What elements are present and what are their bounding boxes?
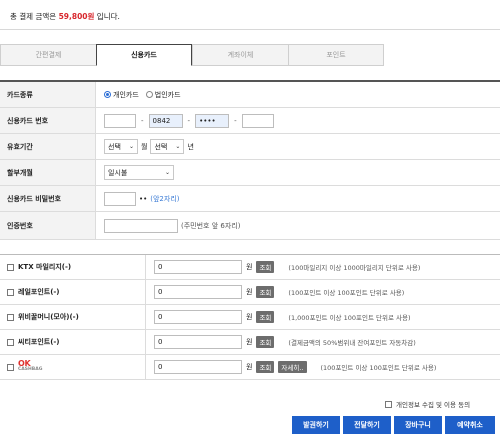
- lookup-button[interactable]: 조회: [256, 361, 275, 373]
- tab-points[interactable]: 포인트: [288, 44, 384, 66]
- expiry-year-value: 선택: [154, 142, 168, 151]
- unit-label: 원: [246, 338, 253, 346]
- auth-input[interactable]: [104, 218, 178, 233]
- point-row-ktx: KTX 마일리지(-) 0 원 조회 (100마일리지 이상 1000마일리지 …: [0, 255, 500, 280]
- point-amount-input[interactable]: 0: [154, 360, 242, 374]
- chevron-down-icon: ⌄: [164, 169, 170, 176]
- checkbox[interactable]: [7, 363, 14, 371]
- checkbox[interactable]: [7, 313, 14, 321]
- consent-checkbox-row[interactable]: 개인정보 수집 및 이용 동의: [385, 399, 470, 409]
- issue-ticket-button[interactable]: 발권하기: [292, 416, 340, 434]
- point-label: 위비꿀머니(모아)(-): [18, 313, 79, 321]
- installment-select[interactable]: 일시불 ⌄: [104, 165, 174, 180]
- cancel-reservation-button[interactable]: 예약취소: [445, 416, 495, 434]
- point-row-rail: 레일포인트(-) 0 원 조회 (100포인트 이상 100포인트 단위로 사용…: [0, 280, 500, 305]
- card-number-row: 신용카드 번호 - 0842 - •••• -: [0, 108, 500, 134]
- chevron-down-icon: ⌄: [175, 143, 181, 150]
- point-label: 레일포인트(-): [18, 288, 60, 296]
- lookup-button[interactable]: 조회: [256, 261, 275, 273]
- point-amount-input[interactable]: 0: [154, 335, 242, 349]
- point-amount-input[interactable]: 0: [154, 260, 242, 274]
- expiry-month-value: 선택: [108, 142, 121, 151]
- password-hint: (앞2자리): [150, 194, 180, 203]
- point-amount-input[interactable]: 0: [154, 310, 242, 324]
- send-button[interactable]: 전달하기: [343, 416, 391, 434]
- unit-label: 원: [246, 313, 253, 321]
- detail-button[interactable]: 자세히..: [278, 361, 307, 373]
- ok-cashbag-logo: OK CASHBAG: [18, 359, 43, 373]
- point-note: (1,000포인트 이상 100포인트 단위로 사용): [288, 314, 411, 322]
- password-label: 신용카드 비밀번호: [0, 186, 96, 211]
- expiry-row: 유효기간 선택 ⌄ 월 선택 ⌄ 년: [0, 134, 500, 160]
- total-amount: 59,800원: [58, 12, 95, 21]
- separator: -: [141, 116, 144, 125]
- installment-value: 일시불: [108, 168, 128, 177]
- chevron-down-icon: ⌄: [128, 143, 134, 150]
- tab-bank-transfer[interactable]: 계좌이체: [192, 44, 288, 66]
- card-number-part3[interactable]: ••••: [195, 113, 230, 128]
- auth-row: 인증번호 (주민번호 앞 6자리): [0, 212, 500, 240]
- radio-corporate-card[interactable]: 법인카드: [145, 90, 181, 100]
- total-amount-banner: 총 결제 금액은 59,800원 입니다.: [0, 0, 500, 30]
- point-note: (100포인트 이상 100포인트 단위로 사용): [288, 289, 405, 297]
- expiry-month-select[interactable]: 선택 ⌄: [104, 139, 138, 154]
- card-number-part4[interactable]: [241, 113, 274, 128]
- year-unit: 년: [187, 142, 194, 151]
- password-input[interactable]: [104, 191, 136, 206]
- consent-label: 개인정보 수집 및 이용 동의: [396, 401, 471, 409]
- unit-label: 원: [246, 363, 253, 371]
- card-number-label: 신용카드 번호: [0, 108, 96, 133]
- consent-checkbox[interactable]: [385, 400, 392, 408]
- tab-simple-pay[interactable]: 간편결제: [0, 44, 96, 66]
- radio-personal-label: 개인카드: [113, 90, 139, 99]
- unit-label: 원: [246, 263, 253, 271]
- card-type-row: 카드종류 개인카드 법인카드: [0, 82, 500, 108]
- lookup-button[interactable]: 조회: [256, 336, 275, 348]
- card-type-label: 카드종류: [0, 82, 96, 107]
- point-note: (결제금액의 50%범위내 잔여포인트 자동차감): [288, 339, 416, 347]
- point-row-wibee: 위비꿀머니(모아)(-) 0 원 조회 (1,000포인트 이상 100포인트 …: [0, 305, 500, 330]
- radio-corporate-label: 법인카드: [154, 90, 181, 99]
- checkbox[interactable]: [7, 338, 14, 346]
- point-label: 씨티포인트(-): [18, 338, 60, 346]
- point-row-ok-cashbag: OK CASHBAG 0 원 조회 자세히.. (100포인트 이상 100포인트…: [0, 355, 500, 380]
- month-unit: 월: [141, 142, 148, 151]
- auth-label: 인증번호: [0, 212, 96, 239]
- unit-label: 원: [246, 288, 253, 296]
- lookup-button[interactable]: 조회: [256, 286, 275, 298]
- checkbox[interactable]: [7, 263, 14, 271]
- radio-checked-icon: [104, 91, 111, 98]
- point-note: (100포인트 이상 100포인트 단위로 사용): [320, 364, 437, 372]
- total-prefix: 총 결제 금액은: [10, 12, 59, 21]
- cart-button[interactable]: 장바구니: [394, 416, 442, 434]
- radio-personal-card[interactable]: 개인카드: [104, 90, 139, 100]
- point-row-citi: 씨티포인트(-) 0 원 조회 (결제금액의 50%범위내 잔여포인트 자동차감…: [0, 330, 500, 355]
- password-mask: ••: [139, 194, 148, 203]
- point-note: (100마일리지 이상 1000마일리지 단위로 사용): [288, 264, 421, 272]
- installment-row: 할부개월 일시불 ⌄: [0, 160, 500, 186]
- separator: -: [187, 116, 191, 125]
- tab-credit-card[interactable]: 신용카드: [96, 44, 192, 66]
- point-amount-input[interactable]: 0: [154, 285, 242, 299]
- installment-label: 할부개월: [0, 160, 96, 185]
- card-number-part2[interactable]: 0842: [148, 113, 183, 128]
- password-row: 신용카드 비밀번호 •• (앞2자리): [0, 186, 500, 212]
- point-label: KTX 마일리지(-): [18, 263, 72, 271]
- card-number-part1[interactable]: [104, 113, 136, 128]
- expiry-label: 유효기간: [0, 134, 96, 159]
- total-suffix: 입니다.: [94, 12, 120, 21]
- payment-tabs: 간편결제 신용카드 계좌이체 포인트: [0, 44, 384, 66]
- separator: -: [234, 116, 237, 125]
- expiry-year-select[interactable]: 선택 ⌄: [150, 139, 185, 154]
- points-table: KTX 마일리지(-) 0 원 조회 (100마일리지 이상 1000마일리지 …: [0, 254, 500, 380]
- auth-note: (주민번호 앞 6자리): [181, 221, 241, 230]
- checkbox[interactable]: [7, 288, 14, 296]
- credit-card-form: 카드종류 개인카드 법인카드 신용카드 번호 - 0842 - •••• - 유…: [0, 80, 500, 240]
- lookup-button[interactable]: 조회: [256, 311, 275, 323]
- radio-unchecked-icon: [145, 91, 153, 98]
